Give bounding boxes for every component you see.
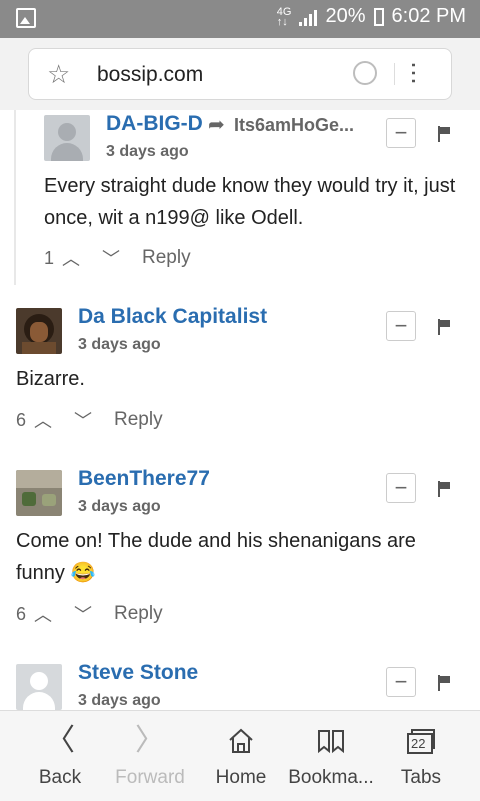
avatar-placeholder[interactable] [16,664,62,710]
collapse-button[interactable]: − [386,473,416,503]
flag-icon[interactable] [438,319,454,335]
avatar[interactable] [16,470,62,516]
home-icon [229,728,253,753]
comment-author[interactable]: DA-BIG-D [106,112,203,136]
nav-tabs-label: Tabs [400,767,442,788]
avatar-placeholder[interactable] [44,115,90,161]
bottom-navigation: 〈 Back 〉 Forward Home Bookma... 22 Tabs [0,710,480,801]
flag-icon[interactable] [438,126,454,142]
thread-line [14,110,16,285]
forward-icon: 〉 [135,724,165,757]
comment-time[interactable]: 3 days ago [106,143,189,161]
flag-icon[interactable] [438,481,454,497]
collapse-button[interactable]: − [386,667,416,697]
gallery-notification-icon [16,8,36,28]
reply-button[interactable]: Reply [114,603,163,625]
vote-count: 6 [16,603,27,624]
comment-author[interactable]: Da Black Capitalist [78,305,267,329]
downvote-icon[interactable]: ﹀ [102,245,120,271]
bookmarks-icon [318,730,344,754]
browser-toolbar: ☆ bossip.com ⋯ [0,38,480,110]
clock: 6:02 PM [391,5,466,27]
reply-button[interactable]: Reply [114,409,163,431]
collapse-button[interactable]: − [386,118,416,148]
more-menu-icon[interactable]: ⋯ [400,61,427,85]
comment-actions: 6 ︿ ﹀ Reply [16,407,163,433]
bookmark-star-icon[interactable]: ☆ [47,61,70,87]
battery-icon [373,7,384,26]
signal-icon [299,8,318,26]
downvote-icon[interactable]: ﹀ [74,407,92,433]
status-bar: 4G ↑↓ 20% 6:02 PM [0,0,480,38]
divider [394,63,395,85]
tab-count: 22 [411,736,426,751]
flag-icon[interactable] [438,675,454,691]
comments-section[interactable]: DA-BIG-D ➦ Its6amHoGe... − 3 days ago Ev… [0,110,480,710]
comment-body: Every straight dude know they would try … [44,175,456,229]
comment-actions: 6 ︿ ﹀ Reply [16,601,163,627]
reply-arrow-icon: ➦ [208,114,225,136]
data-4g-icon: 4G ↑↓ [276,5,292,28]
nav-back[interactable]: 〈 Back [12,711,108,801]
comment-actions: 1 ︿ ﹀ Reply [44,245,191,271]
reply-to-author[interactable]: Its6amHoGe... [234,115,354,136]
nav-tabs[interactable]: 22 Tabs [373,711,469,801]
avatar[interactable] [16,308,62,354]
nav-bookmarks-label: Bookma... [288,767,374,788]
comment-author[interactable]: BeenThere77 [78,467,210,491]
nav-forward[interactable]: 〉 Forward [102,711,198,801]
comment-time[interactable]: 3 days ago [78,498,161,516]
nav-bookmarks[interactable]: Bookma... [283,711,379,801]
nav-home[interactable]: Home [193,711,289,801]
upvote-icon[interactable]: ︿ [34,601,52,627]
status-indicators: 4G ↑↓ 20% 6:02 PM [277,5,466,28]
collapse-button[interactable]: − [386,311,416,341]
upvote-icon[interactable]: ︿ [62,245,80,271]
nav-forward-label: Forward [115,767,185,788]
reply-button[interactable]: Reply [142,247,191,269]
comment-author[interactable]: Steve Stone [78,661,198,685]
comment-time[interactable]: 3 days ago [78,336,161,354]
vote-count: 6 [16,409,27,430]
back-icon: 〈 [45,724,75,757]
reload-icon[interactable] [353,61,377,85]
url-text[interactable]: bossip.com [97,63,203,87]
vote-count: 1 [44,247,55,268]
nav-home-label: Home [215,767,267,788]
upvote-icon[interactable]: ︿ [34,407,52,433]
downvote-icon[interactable]: ﹀ [74,601,92,627]
address-bar[interactable]: ☆ bossip.com ⋯ [28,48,452,100]
battery-percent: 20% [325,5,366,27]
comment-time[interactable]: 3 days ago [78,692,161,710]
comment-body: Come on! The dude and his shenanigans ar… [16,530,416,584]
comment-body: Bizarre. [16,368,85,390]
nav-back-label: Back [38,767,82,788]
